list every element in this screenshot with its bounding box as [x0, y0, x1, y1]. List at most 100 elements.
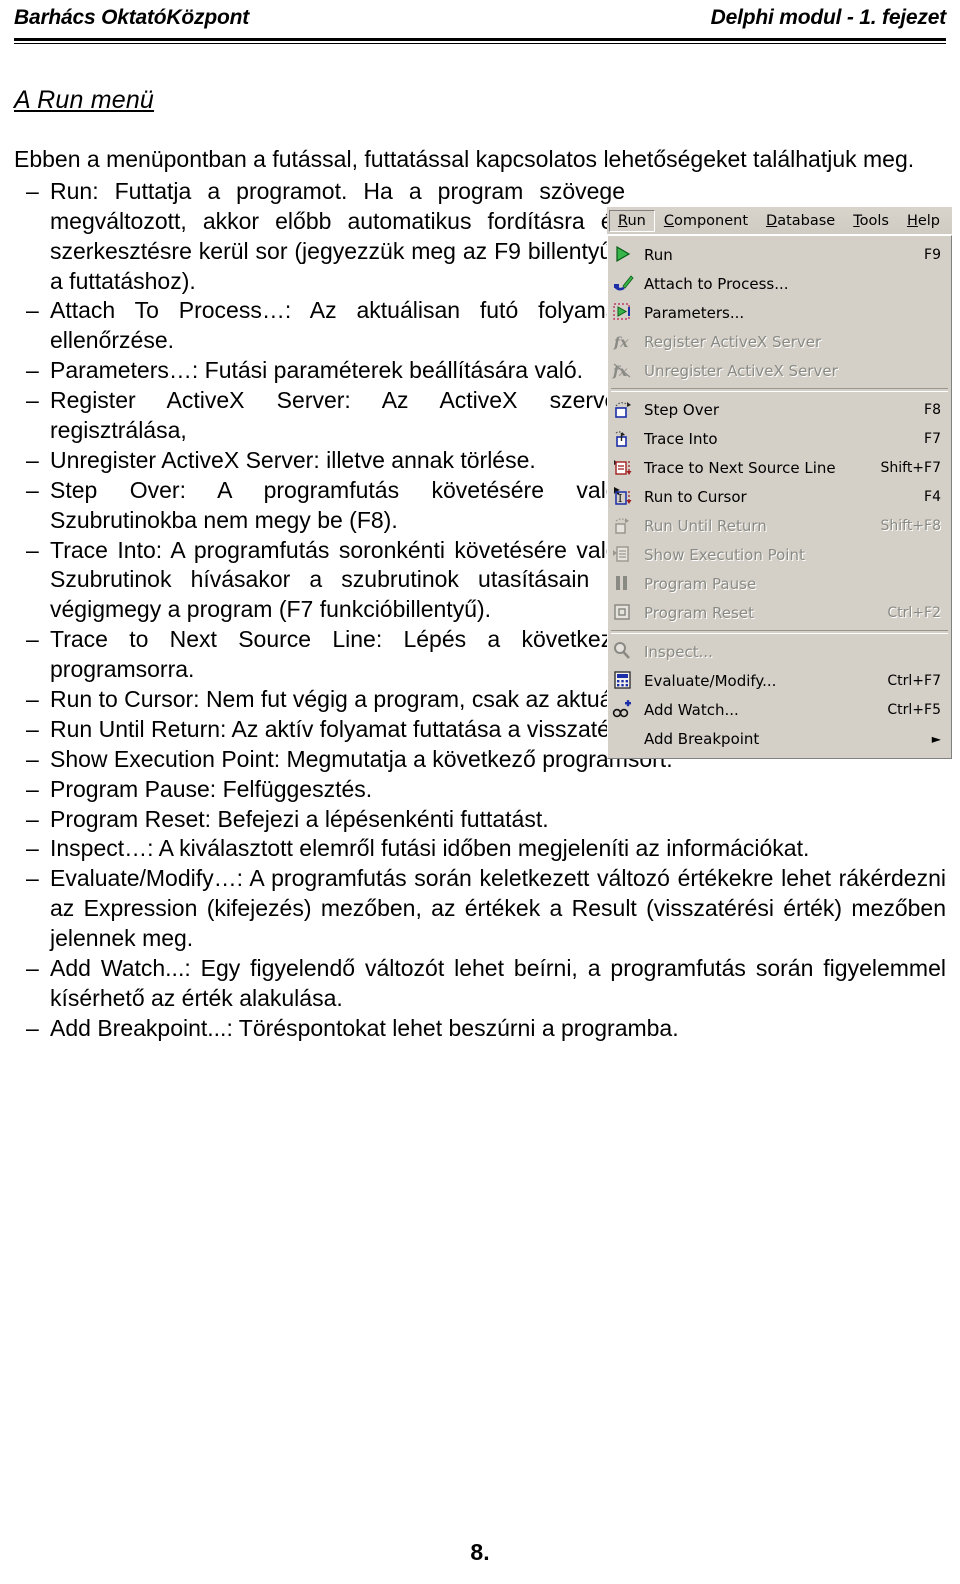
header-right-title: Delphi modul - 1. fejezet — [710, 6, 947, 29]
menu-item-program-reset: Program Reset Ctrl+F2 — [608, 598, 951, 627]
menubar-item-run[interactable]: Run — [609, 209, 655, 232]
menu-separator — [611, 630, 948, 634]
menu-item-label: Attach to Process... — [644, 274, 789, 293]
menu-item-shortcut: Ctrl+F2 — [887, 604, 941, 621]
menu-item-show-execution-point: Show Execution Point — [608, 540, 951, 569]
menu-item-parameters[interactable]: Parameters... — [608, 298, 951, 327]
page-title: A Run menü — [14, 86, 155, 114]
step-over-icon — [612, 399, 638, 421]
inspect-magnifier-icon — [612, 641, 638, 663]
menu-item-shortcut: F4 — [924, 488, 941, 505]
menu-item-label: Trace to Next Source Line — [644, 458, 836, 477]
menu-item-shortcut: Shift+F7 — [880, 459, 941, 476]
menu-item-label: Unregister ActiveX Server — [644, 361, 838, 380]
menu-item-label: Inspect... — [644, 642, 713, 661]
menu-item-add-breakpoint[interactable]: Add Breakpoint ► — [608, 724, 951, 753]
menu-item-label: Parameters... — [644, 303, 745, 322]
menu-item-label: Run — [644, 245, 673, 264]
list-item: Program Pause: Felfüggesztés. — [14, 775, 946, 805]
submenu-arrow-icon: ► — [931, 731, 941, 746]
menu-item-add-watch[interactable]: Add Watch... Ctrl+F5 — [608, 695, 951, 724]
menu-item-shortcut: F7 — [924, 430, 941, 447]
list-item: Register ActiveX Server: Az ActiveX szer… — [14, 386, 625, 446]
menu-item-run-to-cursor[interactable]: I Run to Cursor F4 — [608, 482, 951, 511]
menubar-run-rest: un — [627, 212, 646, 229]
blank-icon — [612, 728, 638, 750]
program-pause-icon — [612, 573, 638, 595]
menu-item-label: Register ActiveX Server — [644, 332, 822, 351]
list-item: Add Watch...: Egy figyelendő változót le… — [14, 954, 946, 1014]
menu-item-trace-into[interactable]: Trace Into F7 — [608, 424, 951, 453]
list-item: Evaluate/Modify…: A programfutás során k… — [14, 864, 946, 954]
add-watch-icon — [612, 699, 638, 721]
menu-item-shortcut: Shift+F8 — [880, 517, 941, 534]
run-green-arrow-icon — [612, 244, 638, 266]
list-item: Add Breakpoint...: Töréspontokat lehet b… — [14, 1014, 946, 1044]
menu-item-label: Step Over — [644, 400, 719, 419]
menubar-tools-rest: ools — [859, 212, 889, 229]
menu-item-label: Trace Into — [644, 429, 718, 448]
svg-text:I: I — [618, 492, 622, 505]
menubar-component-rest: omponent — [673, 212, 749, 229]
trace-into-icon — [612, 428, 638, 450]
list-item: Unregister ActiveX Server: illetve annak… — [14, 446, 625, 476]
menu-item-evaluate-modify[interactable]: Evaluate/Modify... Ctrl+F7 — [608, 666, 951, 695]
list-item: Parameters…: Futási paraméterek beállítá… — [14, 356, 625, 386]
intro-paragraph: Ebben a menüpontban a futással, futtatás… — [14, 146, 915, 172]
menu-item-inspect: Inspect... — [608, 637, 951, 666]
menu-item-shortcut: Ctrl+F5 — [887, 701, 941, 718]
svg-text:fx: fx — [613, 335, 629, 351]
run-to-cursor-icon: I — [612, 486, 638, 508]
menubar-item-help[interactable]: Help — [898, 210, 949, 232]
show-execution-point-icon — [612, 544, 638, 566]
menu-item-label: Show Execution Point — [644, 545, 805, 564]
svg-text:fx: fx — [612, 364, 628, 380]
list-item: Run: Futtatja a programot. Ha a program … — [14, 177, 625, 297]
parameters-icon — [612, 302, 638, 324]
list-item: Program Reset: Befejezi a lépésenkénti f… — [14, 805, 946, 835]
menu-item-label: Add Watch... — [644, 700, 739, 719]
evaluate-modify-icon — [612, 670, 638, 692]
menubar-component-mnemonic: C — [663, 212, 674, 229]
menu-item-run[interactable]: Run F9 — [608, 240, 951, 269]
menubar-item-database[interactable]: Database — [757, 210, 844, 232]
menu-item-trace-to-next-source-line[interactable]: Trace to Next Source Line Shift+F7 — [608, 453, 951, 482]
menu-item-label: Program Reset — [644, 603, 754, 622]
list-item: Trace to Next Source Line: Lépés a követ… — [14, 625, 625, 685]
page-number: 8. — [470, 1539, 490, 1565]
menubar-database-rest: atabase — [777, 212, 836, 229]
menu-item-step-over[interactable]: Step Over F8 — [608, 395, 951, 424]
menu-item-label: Program Pause — [644, 574, 757, 593]
list-item: Inspect…: A kiválasztott elemről futási … — [14, 834, 946, 864]
list-item: Trace Into: A programfutás soronkénti kö… — [14, 536, 625, 626]
header-divider — [14, 38, 946, 44]
delphi-run-menu-screenshot: Run Component Database Tools Help Run F9… — [607, 207, 952, 759]
menubar-item-tools[interactable]: Tools — [844, 210, 898, 232]
menu-item-label: Run Until Return — [644, 516, 767, 535]
menu-item-run-until-return: Run Until Return Shift+F8 — [608, 511, 951, 540]
program-reset-icon — [612, 602, 638, 624]
menubar-help-mnemonic: H — [906, 212, 918, 229]
menu-item-label: Evaluate/Modify... — [644, 671, 777, 690]
menubar-item-component[interactable]: Component — [655, 210, 757, 232]
page-header: Barhács OktatóKözpont Delphi modul - 1. … — [14, 0, 947, 44]
menu-separator — [611, 388, 948, 392]
list-item: Step Over: A programfutás követésére val… — [14, 476, 625, 536]
menu-item-shortcut: Ctrl+F7 — [887, 672, 941, 689]
run-dropdown-menu: Run F9 Attach to Process... Parameters..… — [607, 235, 952, 759]
menu-bar: Run Component Database Tools Help — [607, 207, 952, 235]
header-left-title: Barhács OktatóKözpont — [14, 6, 249, 29]
attach-process-icon — [612, 273, 638, 295]
menu-item-label: Run to Cursor — [644, 487, 747, 506]
menubar-database-mnemonic: D — [766, 212, 778, 229]
menu-item-shortcut: F8 — [924, 401, 941, 418]
register-activex-icon: fx — [612, 331, 638, 353]
menu-item-register-activex-server: fx Register ActiveX Server — [608, 327, 951, 356]
menu-item-shortcut: F9 — [924, 246, 941, 263]
menu-item-program-pause: Program Pause — [608, 569, 951, 598]
trace-next-source-line-icon — [612, 457, 638, 479]
list-item: Attach To Process…: Az aktuálisan futó f… — [14, 296, 625, 356]
menu-item-label: Add Breakpoint — [644, 729, 760, 748]
run-until-return-icon — [612, 515, 638, 537]
menu-item-attach-to-process[interactable]: Attach to Process... — [608, 269, 951, 298]
